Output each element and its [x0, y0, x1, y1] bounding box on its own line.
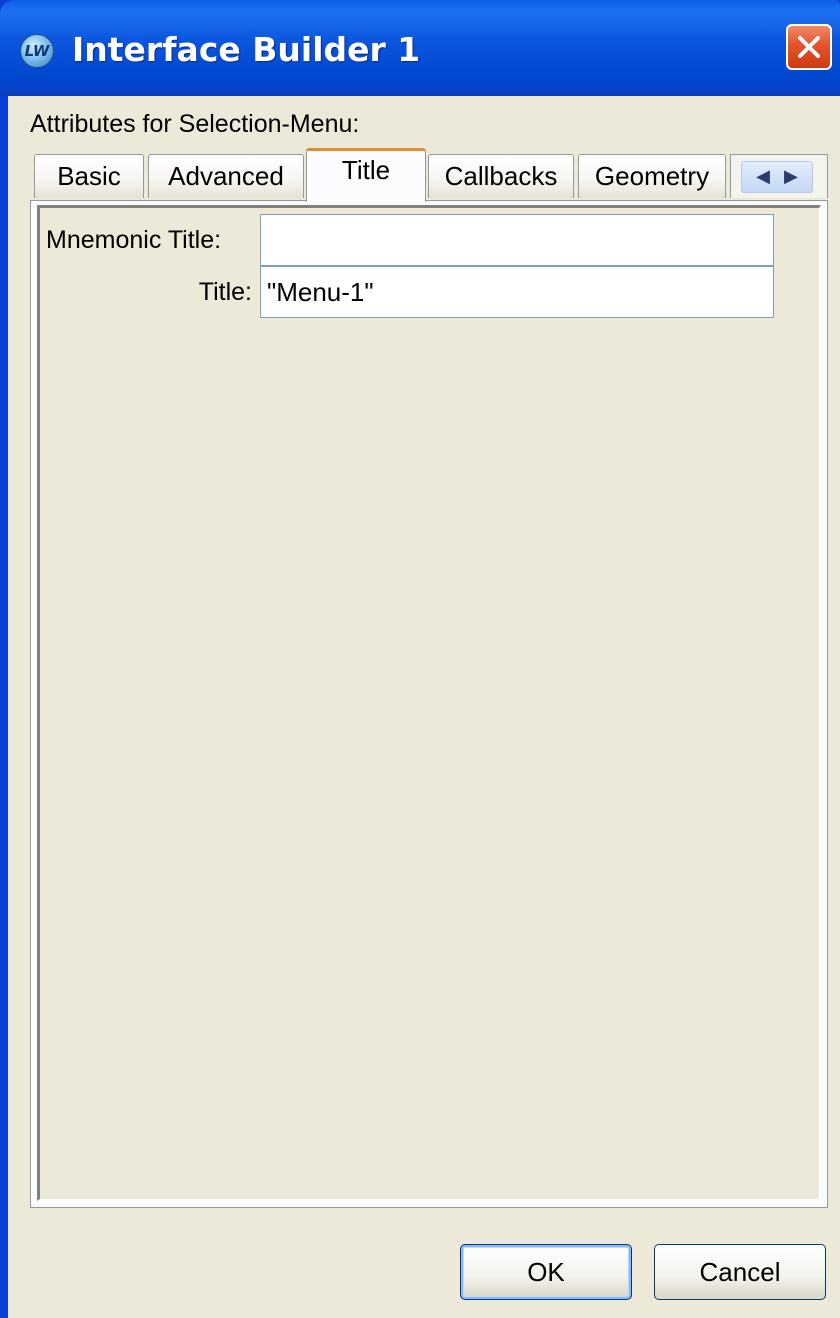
- ok-button[interactable]: OK: [460, 1244, 632, 1300]
- cancel-button[interactable]: Cancel: [654, 1244, 826, 1300]
- tab-panel: Mnemonic Title: Title:: [30, 200, 828, 1208]
- tab-geometry[interactable]: Geometry: [578, 154, 726, 198]
- tab-title[interactable]: Title: [306, 148, 426, 202]
- tab-callbacks[interactable]: Callbacks: [428, 154, 574, 198]
- title-input[interactable]: [260, 266, 774, 318]
- dialog-caption: Attributes for Selection-Menu:: [30, 110, 360, 138]
- dialog-window: LW Interface Builder 1 Attributes for Se…: [0, 0, 840, 1318]
- dialog-body: Attributes for Selection-Menu: Basic Adv…: [8, 96, 840, 1318]
- mnemonic-title-label: Mnemonic Title:: [46, 226, 222, 254]
- scroll-right-icon[interactable]: ▶: [784, 166, 798, 187]
- close-icon: [798, 36, 820, 58]
- mnemonic-title-input[interactable]: [260, 214, 774, 266]
- tab-advanced[interactable]: Advanced: [148, 154, 304, 198]
- tab-scroll-arrows: ◀ ▶: [741, 160, 813, 193]
- title-bar[interactable]: LW Interface Builder 1: [0, 0, 840, 96]
- attributes-pane: Mnemonic Title: Title:: [37, 205, 821, 1201]
- scroll-left-icon[interactable]: ◀: [756, 166, 770, 187]
- window-title: Interface Builder 1: [72, 30, 421, 69]
- close-button[interactable]: [786, 24, 832, 70]
- app-icon: LW: [20, 34, 54, 68]
- title-label: Title:: [198, 278, 252, 306]
- tab-scroll-control: ◀ ▶: [730, 154, 828, 198]
- tab-basic[interactable]: Basic: [34, 154, 144, 198]
